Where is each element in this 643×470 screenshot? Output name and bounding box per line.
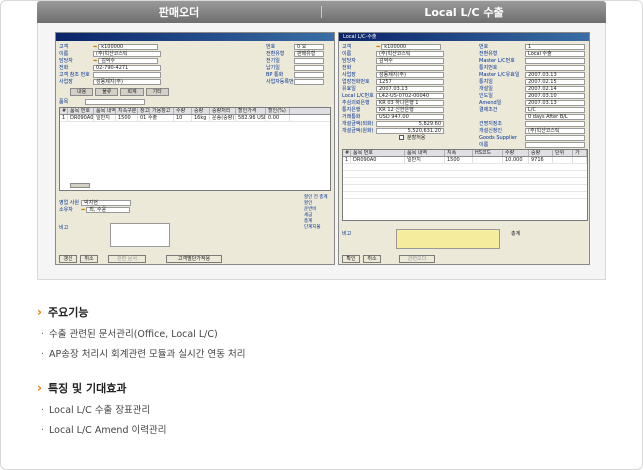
field-row: 사업장 성동제지(주): [59, 78, 161, 85]
cancel-button[interactable]: 취소: [363, 255, 381, 263]
right-field-row: 0 days After B/L: [479, 113, 585, 120]
list-item: Local L/C 수출 장표관리: [37, 402, 166, 416]
right-field-row: 통지번호: [479, 64, 585, 71]
related-docs-button[interactable]: 관련 문서: [108, 255, 146, 263]
right-field-row: 결제조건 L/C: [479, 106, 585, 113]
field-row: 거래통화 USD 947.00: [342, 113, 444, 120]
tab-contents[interactable]: 내용: [70, 88, 94, 96]
grid-header: # 품목 번호 품목 내역 지속구분 창고 가용창고 수량 중량 중량처리 할인…: [60, 108, 330, 115]
sales-rep-row: 영업 사원 박지현: [59, 199, 131, 206]
table-row[interactable]: [343, 171, 587, 178]
remarks-row: 비고: [59, 225, 69, 231]
grid-header: # 품목 번호 품목 내역 지폭 HS코드 수량 중량 단위 가: [343, 150, 587, 157]
table-row[interactable]: 1 DR090A0 일반지 1500 10.000 9716: [343, 157, 587, 164]
field-row: Local L/C번호 L42-US-0702-00040: [342, 92, 444, 99]
field-row: 이름 (주)빅샨코스틱: [342, 50, 444, 57]
table-row[interactable]: [343, 178, 587, 185]
field-row: 이름 (주)빅샨코스틱: [59, 50, 161, 57]
field-row: 담당자 김억수: [342, 57, 444, 64]
ok-button[interactable]: 확인: [342, 255, 360, 263]
field-row: 개설금액(외화) 5,829.60: [342, 120, 444, 127]
right-field-row: Master L/C번호: [479, 57, 585, 64]
right-field-row: BP 통화: [266, 71, 324, 78]
right-field-row: 인도일 2007.03.10: [479, 92, 585, 99]
field-row: 업장전화번호 1257: [342, 78, 444, 85]
list-item: 수출 관련된 문서관리(Office, Local L/C): [37, 326, 245, 340]
right-field-row: 전기일: [266, 57, 324, 64]
right-field-row: 개설일 2007.02.14: [479, 85, 585, 92]
sales-order-screenshot: 고객 ➡ k100000 이름 (주)빅샨코스틱 담당자 ➡ 김억수 전화 02-790-4…: [55, 32, 335, 265]
table-row[interactable]: [343, 185, 587, 192]
field-row: 개설금액(원화) 5,520,631.20: [342, 127, 444, 134]
field-row: 고객 참조 번호: [59, 71, 161, 78]
table-row[interactable]: 1 DR090A0 일반지 1500 01 수출 10 16kg 운송(중량) …: [60, 115, 330, 122]
header-bar: 판매오더 Local L/C 수출: [37, 1, 606, 23]
tab-logistics[interactable]: 물류: [95, 88, 119, 96]
lc-grid: # 품목 번호 품목 내역 지폭 HS코드 수량 중량 단위 가 1 DR090…: [342, 149, 588, 221]
field-row: 통지은행 KR 12 신한은행: [342, 106, 444, 113]
screenshot-panel: 고객 ➡ k100000 이름 (주)빅샨코스틱 담당자 ➡ 김억수 전화 02-790-4…: [37, 23, 606, 280]
summary-labels: 할인 전 총계 할인 운반비 세금 총계 단계지불: [304, 195, 328, 230]
field-row: 고객 ➡ k100000: [59, 43, 159, 50]
local-lc-export-screenshot: Local L/C-수출 고객 ➡ k100000 이름 (주)빅샨코스틱 담당자 김억…: [338, 32, 590, 265]
right-field-row: 건명지정조: [479, 120, 585, 127]
features-title: 주요기능: [47, 306, 89, 319]
owner-row: 소유자 ➡ 최, 수윤: [59, 206, 131, 213]
field-row: 전화 02-790-4271: [59, 64, 161, 71]
list-item: AP송장 처리시 회계관련 모듈과 실시간 연동 처리: [37, 346, 245, 360]
sales-order-titlebar: [56, 33, 334, 41]
tab-accounting[interactable]: 회계: [120, 88, 144, 96]
right-field-row: 이름: [479, 141, 585, 148]
header-left-title: 판매오더: [158, 6, 200, 19]
remarks-textarea[interactable]: [396, 229, 500, 249]
field-row: 유효일 2007.03.13: [342, 85, 444, 92]
related-order-button[interactable]: 관련오더: [399, 255, 435, 263]
header-right-title: Local L/C 수출: [424, 6, 504, 19]
local-lc-titlebar: Local L/C-수출: [339, 33, 589, 41]
tab-other[interactable]: 기타: [145, 88, 169, 96]
link-arrow-icon[interactable]: ➡: [376, 44, 380, 50]
right-field-row: 납기일: [266, 64, 324, 71]
field-row: 추심의뢰은행 KR 03 하나은행 1: [342, 99, 444, 106]
right-field-row: Master L/C유효일 2007.03.13: [479, 71, 585, 78]
list-item: Local L/C Amend 이력관리: [37, 422, 166, 436]
benefits-title: 특징 및 기대효과: [47, 382, 127, 395]
customer-price-button[interactable]: 고객별단가적용: [166, 255, 222, 263]
benefits-section: › 특징 및 기대효과 Local L/C 수출 장표관리 Local L/C A…: [37, 380, 166, 436]
item-type-row: 품목: [59, 98, 145, 105]
cancel-button[interactable]: 취소: [80, 255, 98, 263]
remarks-row: 비고: [342, 231, 352, 237]
right-field-row: 전환유형 Local 수출: [479, 50, 585, 57]
link-arrow-icon[interactable]: ➡: [93, 58, 97, 64]
table-row[interactable]: [343, 192, 587, 199]
right-field-row: Amend일 2007.03.13: [479, 99, 585, 106]
remarks-textarea[interactable]: [110, 223, 170, 247]
total-row: 총계: [511, 231, 521, 237]
grid-scrollbar[interactable]: [70, 183, 90, 188]
right-field-row: 개설신청인 (주)빅샨코스틱: [479, 127, 585, 134]
link-arrow-icon[interactable]: ➡: [81, 207, 85, 213]
sales-order-grid: # 품목 번호 품목 내역 지속구분 창고 가용창고 수량 중량 중량처리 할인…: [59, 107, 331, 191]
update-button[interactable]: 갱신: [59, 255, 77, 263]
link-arrow-icon[interactable]: ➡: [93, 44, 97, 50]
field-row: 고객 ➡ k100000: [342, 43, 442, 50]
chevron-right-icon: ›: [37, 305, 42, 319]
right-field-row: Goods Supplier: [479, 134, 585, 141]
field-row: 사업장 성동제지(주): [342, 71, 444, 78]
field-row: 담당자 ➡ 김억수: [59, 57, 159, 64]
right-field-row: 통지일 2007.02.15: [479, 78, 585, 85]
field-row: 전화: [342, 64, 444, 71]
right-field-row: 번호 1: [479, 43, 585, 50]
partial-allow-row: 분할허용: [399, 134, 425, 141]
chevron-right-icon: ›: [37, 381, 42, 395]
sales-order-tabs: 내용 물류 회계 기타: [70, 88, 169, 96]
features-section: › 주요기능 수출 관련된 문서관리(Office, Local L/C) AP송…: [37, 304, 245, 360]
right-field-row: 번호 0 요: [266, 43, 324, 50]
right-field-row: 사업자등록번호: [266, 78, 324, 85]
partial-allow-checkbox[interactable]: [399, 135, 404, 140]
table-row[interactable]: [343, 164, 587, 171]
right-field-row: 전환유형 판매유형: [266, 50, 324, 57]
